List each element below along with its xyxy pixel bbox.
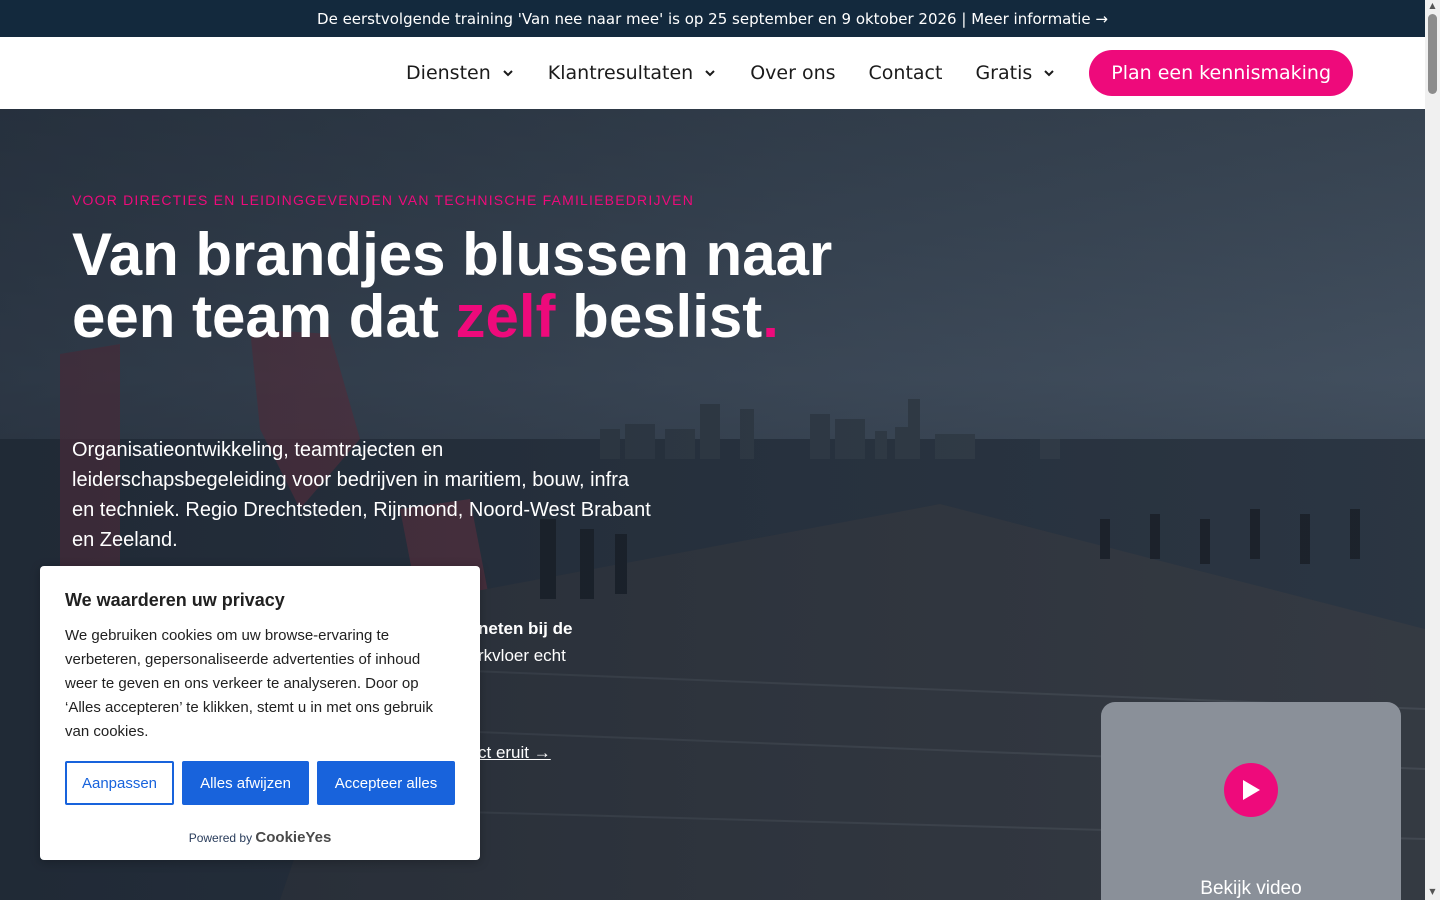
main-navigation: Diensten Klantresultaten Over ons Contac… [0,37,1425,109]
secondary-text: rkvloer echt [478,646,566,665]
cookie-description: We gebruiken cookies om uw browse-ervari… [65,627,433,740]
play-icon [1243,780,1260,800]
headline-part-1: Van brandjes blussen naar [72,221,833,288]
powered-by-label: Powered by [188,831,253,845]
video-card[interactable]: Bekijk video [1101,702,1401,900]
nav-item-contact[interactable]: Contact [869,62,943,84]
plan-kennismaking-button[interactable]: Plan een kennismaking [1089,50,1353,96]
nav-item-klantresultaten[interactable]: Klantresultaten [548,62,717,84]
cookieyes-logo[interactable]: CookieYes [255,829,331,846]
nav-item-over-ons[interactable]: Over ons [750,62,835,84]
hero-lead: Organisatieontwikkeling, teamtrajecten e… [72,439,651,551]
hero-secondary-link[interactable]: ct eruit → [478,743,551,763]
scroll-up-icon[interactable]: ▲ [1428,2,1437,10]
accept-all-button[interactable]: Accepteer alles [317,761,455,805]
play-button[interactable] [1224,763,1278,817]
headline-dot: . [762,283,779,350]
customize-button[interactable]: Aanpassen [65,761,174,805]
announcement-bar: De eerstvolgende training 'Van nee naar … [0,0,1425,37]
nav-item-label: Over ons [750,62,836,84]
headline-part-2: een team dat [72,283,456,350]
hero-secondary-text: neten bij de rkvloer echt [478,615,572,669]
powered-by: Powered by CookieYes [40,829,480,846]
chevron-down-icon [503,70,513,77]
nav-item-label: Diensten [406,62,491,84]
nav-item-diensten[interactable]: Diensten [406,62,515,84]
page-scrollbar[interactable]: ▲ ▼ [1425,0,1440,900]
scroll-down-icon[interactable]: ▼ [1428,888,1437,896]
nav-item-label: Contact [868,62,943,84]
video-label: Bekijk video [1200,878,1302,899]
cookie-buttons: Aanpassen Alles afwijzen Accepteer alles [65,761,455,805]
nav-item-label: Klantresultaten [547,62,694,84]
nav-item-label: Gratis [975,62,1033,84]
hero-eyebrow: VOOR DIRECTIES EN LEIDINGGEVENDEN VAN TE… [72,192,695,208]
hero-headline: Van brandjes blussen naar een team dat z… [72,224,852,348]
scrollbar-thumb[interactable] [1428,14,1437,94]
nav-item-gratis[interactable]: Gratis [975,62,1056,84]
cookie-title: We waarderen uw privacy [65,590,285,610]
cookie-consent-dialog: We waarderen uw privacy We gebruiken coo… [40,566,480,860]
headline-part-3: beslist [555,283,763,350]
chevron-down-icon [1044,70,1054,77]
reject-all-button[interactable]: Alles afwijzen [182,761,309,805]
headline-highlight: zelf [455,283,556,350]
chevron-down-icon [705,70,715,77]
secondary-bold-text: neten bij de [478,619,573,638]
announcement-link[interactable]: De eerstvolgende training 'Van nee naar … [317,10,1108,28]
